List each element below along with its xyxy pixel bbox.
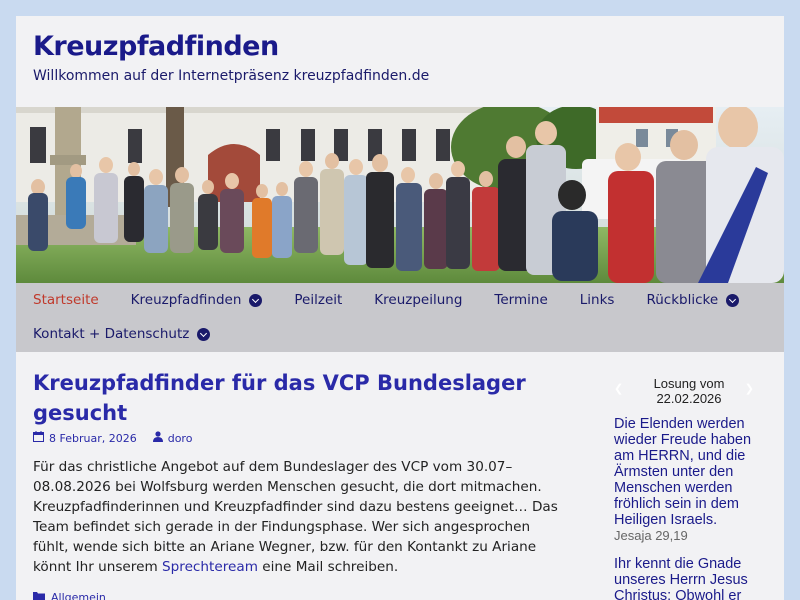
nav-row-1: Startseite Kreuzpfadfinden Peilzeit Kreu… [16, 283, 740, 317]
main-navigation: Startseite Kreuzpfadfinden Peilzeit Kreu… [16, 283, 784, 352]
losung-reference: Jesaja 29,19 [614, 528, 688, 543]
folder-icon [33, 591, 45, 600]
nav-label: Kreuzpeilung [374, 292, 463, 308]
nav-label: Peilzeit [294, 292, 343, 308]
nav-item-rueckblicke[interactable]: Rückblicke [646, 292, 740, 308]
post-body: Für das christliche Angebot auf dem Bund… [33, 457, 563, 577]
nav-label: Startseite [33, 292, 99, 308]
site-title-link[interactable]: Kreuzpfadfinden [33, 30, 767, 64]
category-link[interactable]: Allgemein [51, 591, 106, 600]
site-header: Kreuzpfadfinden Willkommen auf der Inter… [16, 16, 784, 107]
nav-item-kreuzpeilung[interactable]: Kreuzpeilung [374, 292, 462, 308]
arrow-right-icon[interactable]: ❯ [745, 382, 754, 397]
lehrtext-verse: Ihr kennt die Gnade unseres Herrn Jesus … [614, 556, 748, 600]
nav-item-peilzeit[interactable]: Peilzeit [294, 292, 342, 308]
losung-date: 22.02.2026 [656, 391, 722, 406]
nav-label: Rückblicke [646, 292, 719, 308]
post-article: Kreuzpfadfinder für das VCP Bundeslager … [33, 352, 563, 600]
header-image [16, 107, 784, 283]
losung-verse: Die Elenden werden wieder Freude haben a… [614, 416, 752, 528]
nav-item-startseite[interactable]: Startseite [33, 292, 99, 308]
losung-header: ❮ Losung vom 22.02.2026 ❯ [614, 376, 764, 406]
post-date-link[interactable]: 8 Februar, 2026 [49, 432, 137, 445]
nav-item-termine[interactable]: Termine [494, 292, 547, 308]
user-icon [152, 431, 163, 445]
chevron-down-icon[interactable] [249, 293, 263, 307]
sidebar-losung: ❮ Losung vom 22.02.2026 ❯ Die Elenden we… [614, 352, 764, 600]
page-container: Kreuzpfadfinden Willkommen auf der Inter… [16, 16, 784, 600]
nav-item-links[interactable]: Links [580, 292, 615, 308]
chevron-down-icon[interactable] [197, 327, 211, 341]
post-meta: 8 Februar, 2026 doro [33, 430, 563, 446]
nav-item-kontakt-datenschutz[interactable]: Kontakt + Datenschutz [33, 326, 211, 342]
post-body-text: Für das christliche Angebot auf dem Bund… [33, 459, 558, 575]
sprechteam-link[interactable]: Sprechteream [162, 559, 258, 575]
post-footer-meta: Allgemein [33, 591, 563, 600]
post-body-text-end: eine Mail schreiben. [257, 559, 399, 575]
site-description: Willkommen auf der Internetpräsenz kreuz… [33, 68, 430, 84]
post-author-link[interactable]: doro [168, 432, 193, 445]
group-photo [16, 107, 784, 283]
calendar-icon [33, 431, 44, 445]
nav-label: Kontakt + Datenschutz [33, 326, 190, 342]
arrow-left-icon[interactable]: ❮ [614, 382, 623, 397]
nav-label: Links [579, 292, 615, 308]
post-title-link[interactable]: Kreuzpfadfinder für das VCP Bundeslager … [33, 368, 563, 428]
nav-label: Kreuzpfadfinden [130, 292, 242, 308]
chevron-down-icon[interactable] [726, 293, 740, 307]
nav-item-kreuzpfadfinden[interactable]: Kreuzpfadfinden [131, 292, 263, 308]
nav-label: Termine [494, 292, 548, 308]
nav-row-2: Kontakt + Datenschutz [16, 317, 211, 351]
losung-label: Losung vom [653, 376, 725, 391]
